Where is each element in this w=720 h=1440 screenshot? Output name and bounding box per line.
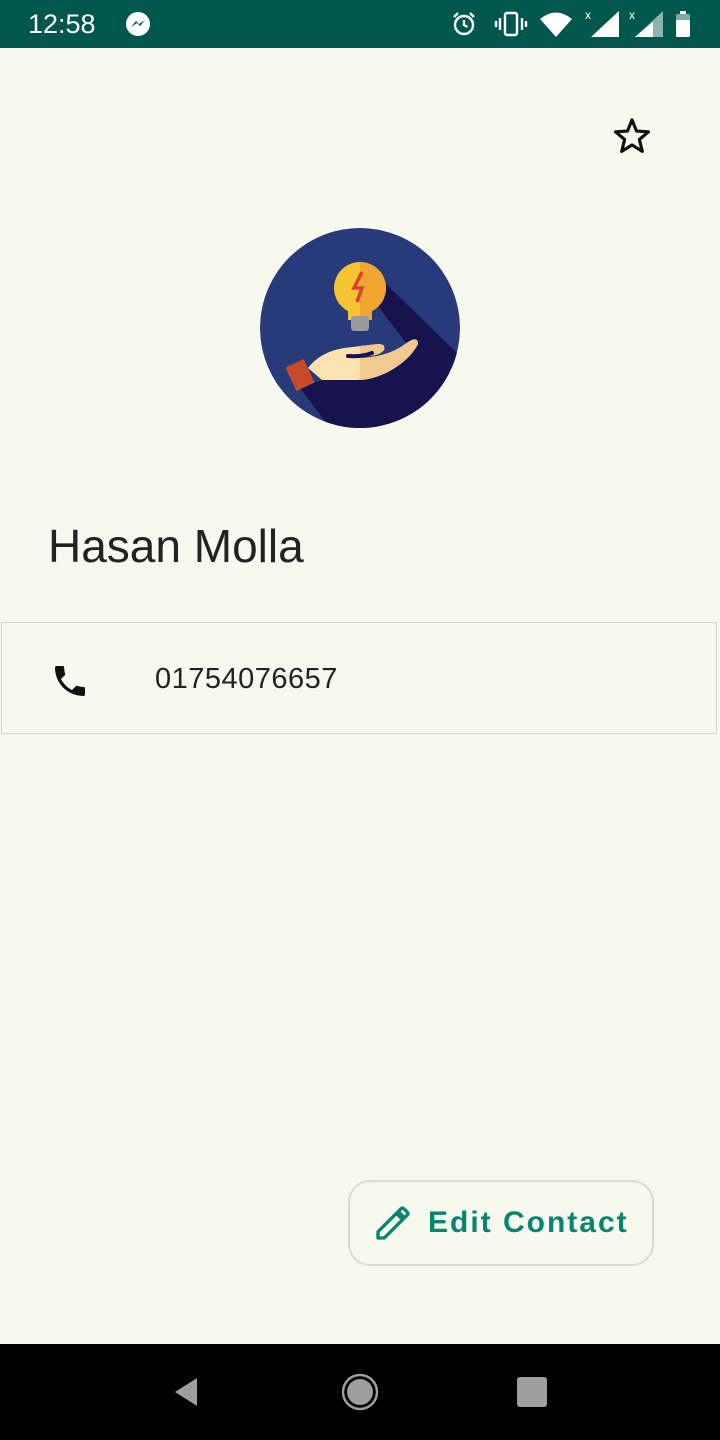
svg-text:x: x: [629, 9, 635, 22]
contact-avatar: [260, 228, 460, 428]
recents-button[interactable]: [508, 1368, 556, 1416]
home-button[interactable]: [336, 1368, 384, 1416]
navigation-bar: [0, 1344, 720, 1440]
pencil-icon: [372, 1202, 414, 1244]
edit-contact-label: Edit Contact: [428, 1206, 629, 1239]
edit-contact-button[interactable]: Edit Contact: [348, 1180, 654, 1266]
status-time: 12:58: [28, 9, 96, 39]
svg-text:x: x: [585, 9, 591, 22]
vibrate-icon: [492, 8, 530, 40]
wifi-icon: [538, 8, 574, 40]
recents-icon: [517, 1377, 547, 1407]
favorite-star-button[interactable]: [604, 108, 660, 164]
home-icon: [341, 1373, 379, 1411]
signal-icon: x: [626, 8, 666, 40]
idea-hand-icon: [260, 228, 460, 428]
back-button[interactable]: [162, 1368, 210, 1416]
status-bar: 12:58 x x: [0, 0, 720, 48]
contact-name: Hasan Molla: [48, 520, 304, 572]
alarm-icon: [448, 8, 480, 40]
battery-icon: [672, 8, 694, 40]
phone-icon: [50, 661, 90, 701]
back-icon: [175, 1378, 197, 1406]
signal-icon: x: [582, 8, 622, 40]
phone-number: 01754076657: [155, 663, 338, 695]
star-outline-icon: [613, 118, 651, 153]
phone-row[interactable]: 01754076657: [1, 622, 717, 734]
messenger-icon: [122, 8, 154, 40]
